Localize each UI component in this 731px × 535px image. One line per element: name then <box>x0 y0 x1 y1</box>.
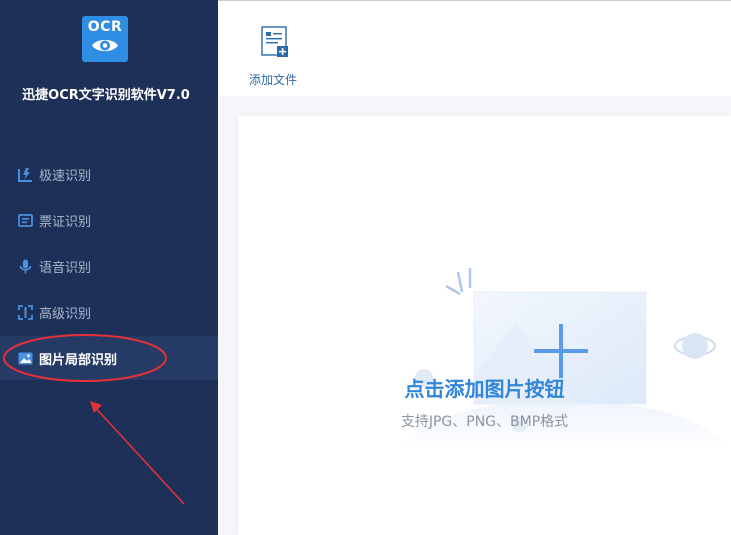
fast-scan-icon <box>17 166 34 183</box>
add-image-illustration <box>398 268 728 449</box>
sidebar-item-fast-recognition[interactable]: 极速识别 <box>0 152 218 196</box>
scan-frame-icon <box>17 304 34 321</box>
toolbar: 添加文件 <box>218 0 731 96</box>
logo-text: OCR <box>87 19 123 35</box>
sidebar-item-label: 图片局部识别 <box>39 352 118 368</box>
sidebar-item-label: 高级识别 <box>39 306 92 322</box>
sidebar-item-advanced-recognition[interactable]: 高级识别 <box>0 290 218 334</box>
add-file-button[interactable]: 添加文件 <box>242 23 304 89</box>
add-file-label: 添加文件 <box>248 73 297 87</box>
drop-area-title: 点击添加图片按钮 <box>404 377 565 401</box>
sidebar: OCR 迅捷OCR文字识别软件V7.0 极速识别 票证识别 语音识别 高级识别 … <box>0 0 218 535</box>
ocr-logo: OCR <box>82 16 128 62</box>
ticket-icon <box>17 212 34 229</box>
image-icon <box>17 350 34 367</box>
sidebar-item-label: 极速识别 <box>39 168 92 184</box>
image-drop-area[interactable] <box>238 116 731 535</box>
add-file-icon <box>261 26 288 57</box>
sidebar-item-ticket-recognition[interactable]: 票证识别 <box>0 198 218 242</box>
microphone-icon <box>17 258 34 275</box>
sidebar-item-voice-recognition[interactable]: 语音识别 <box>0 244 218 288</box>
sidebar-item-label: 语音识别 <box>39 260 92 276</box>
app-title: 迅捷OCR文字识别软件V7.0 <box>22 88 190 103</box>
sidebar-item-image-partial-recognition[interactable]: 图片局部识别 <box>0 336 218 380</box>
drop-area-subtitle: 支持JPG、PNG、BMP格式 <box>400 414 569 430</box>
sidebar-item-label: 票证识别 <box>39 214 92 230</box>
eye-icon <box>92 39 118 52</box>
